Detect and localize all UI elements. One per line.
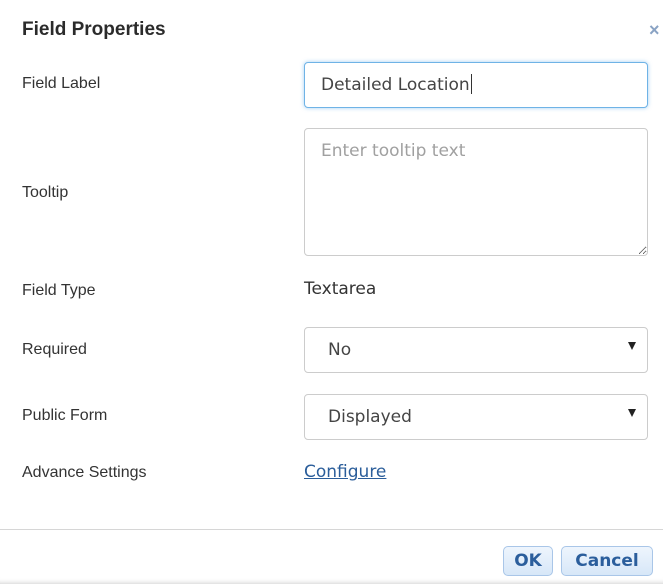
field-label-input[interactable]: Detailed Location	[304, 62, 648, 108]
field-type-value: Textarea	[304, 279, 377, 299]
public-form-selected-value: Displayed	[328, 407, 412, 427]
field-label-value: Detailed Location	[321, 75, 470, 95]
advance-settings-label: Advance Settings	[22, 464, 147, 481]
field-properties-dialog: Field Properties × Field Label Detailed …	[0, 0, 663, 584]
ok-button[interactable]: OK	[503, 546, 553, 576]
text-caret	[470, 74, 472, 94]
public-form-label: Public Form	[22, 407, 108, 424]
dialog-title: Field Properties	[22, 19, 166, 40]
public-form-select[interactable]: Displayed	[304, 394, 648, 440]
cancel-button[interactable]: Cancel	[561, 546, 653, 576]
chevron-down-icon	[628, 409, 636, 417]
field-label-label: Field Label	[22, 75, 101, 92]
required-selected-value: No	[328, 340, 352, 360]
tooltip-label: Tooltip	[22, 184, 69, 201]
required-select[interactable]: No	[304, 327, 648, 373]
chevron-down-icon	[628, 342, 636, 350]
field-type-label: Field Type	[22, 282, 96, 299]
footer-divider	[0, 529, 663, 530]
close-icon[interactable]: ×	[649, 21, 663, 39]
configure-link[interactable]: Configure	[304, 462, 386, 482]
tooltip-textarea[interactable]	[304, 128, 648, 256]
required-label: Required	[22, 341, 87, 358]
